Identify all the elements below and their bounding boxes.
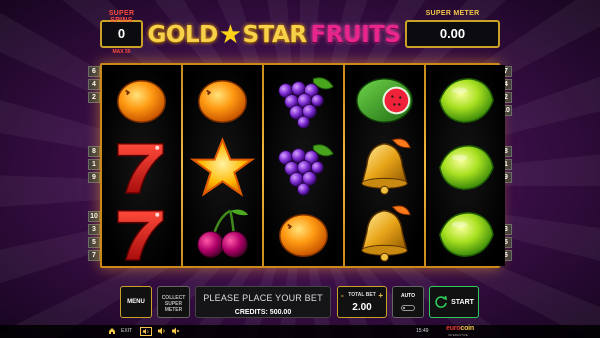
cherries-icon: [197, 209, 249, 258]
total-bet-value: 2.00: [352, 302, 372, 313]
super-meter: SUPER METER 0.00: [405, 10, 500, 48]
payline-number[interactable]: 6: [88, 66, 100, 77]
lemon-symbol: [426, 133, 505, 200]
logo-star-text: STAR: [242, 22, 307, 48]
watermelon-icon: [356, 78, 413, 123]
lemon-icon: [439, 78, 494, 123]
grapes-symbol: [264, 66, 343, 133]
collect-super-meter-button[interactable]: COLLECT SUPER METER: [157, 286, 190, 318]
menu-button[interactable]: MENU: [120, 286, 152, 318]
paylines-left-bottom: 10 3 5 7: [88, 211, 100, 263]
start-button[interactable]: START: [429, 286, 479, 318]
logo-fruits: FRUITS: [310, 22, 401, 48]
orange-icon: [198, 79, 247, 123]
lemon-symbol: [426, 66, 505, 133]
orange-symbol: [264, 200, 343, 267]
menu-label: MENU: [127, 299, 145, 305]
bet-decrease-button[interactable]: -: [341, 291, 344, 300]
super-spins-value: 0: [117, 26, 126, 41]
credits-display: CREDITS: 500.00: [196, 309, 330, 316]
status-bar: EXIT 15:49 eurocoin INTERACTIVE: [0, 325, 600, 338]
reel-2: [183, 65, 262, 266]
game-logo: GOLD ★ STAR FRUITS: [147, 20, 401, 50]
star-icon: [189, 137, 256, 197]
bell-icon: [361, 205, 411, 262]
seven-icon: [117, 210, 164, 261]
seven-icon: [117, 143, 164, 194]
orange-symbol: [102, 66, 181, 133]
payline-number[interactable]: 1: [88, 159, 100, 170]
bell-icon: [361, 138, 411, 195]
message-panel: PLEASE PLACE YOUR BET CREDITS: 500.00: [195, 286, 331, 318]
seven-symbol: [102, 133, 181, 200]
auto-label: AUTO: [400, 293, 416, 299]
total-bet-control: - + TOTAL BET 2.00: [337, 286, 387, 318]
seven-symbol: [102, 200, 181, 267]
payline-number[interactable]: 5: [88, 237, 100, 248]
lemon-icon: [439, 145, 494, 190]
watermelon-symbol: [345, 66, 424, 133]
paylines-left-top: 6 4 2: [88, 66, 100, 105]
super-meter-value: 0.00: [439, 26, 466, 41]
payline-number[interactable]: 4: [88, 79, 100, 90]
start-label: START: [451, 298, 474, 306]
lemon-symbol: [426, 200, 505, 267]
mute-icon[interactable]: [171, 327, 180, 335]
exit-link[interactable]: EXIT: [121, 328, 132, 334]
star-symbol: [183, 133, 262, 200]
super-meter-label: SUPER METER: [425, 10, 480, 17]
lemon-icon: [439, 212, 494, 257]
brand-logo: eurocoin: [446, 325, 474, 332]
speaker-icon[interactable]: [140, 327, 152, 336]
super-spins-meter: SUPER SPINS 0 MAX 50: [100, 10, 143, 55]
payline-number[interactable]: 8: [88, 146, 100, 157]
payline-number[interactable]: 2: [88, 92, 100, 103]
logo-star-icon: ★: [218, 20, 242, 50]
credits-value: 500.00: [269, 309, 292, 316]
super-spins-label: SUPER SPINS: [108, 10, 135, 24]
brand-part-2: coin: [460, 325, 474, 332]
orange-symbol: [183, 66, 262, 133]
max-spins-note: MAX 50: [112, 49, 131, 55]
brand-subtitle: INTERACTIVE: [448, 333, 468, 337]
grapes-symbol: [264, 133, 343, 200]
home-icon[interactable]: [108, 327, 116, 335]
payline-number[interactable]: 7: [88, 250, 100, 261]
paylines-left-mid: 8 1 9: [88, 146, 100, 185]
payline-number[interactable]: 3: [88, 224, 100, 235]
grapes-icon: [278, 77, 334, 129]
refresh-icon: [435, 295, 448, 308]
music-icon[interactable]: [157, 327, 166, 335]
reel-5: [426, 65, 505, 266]
status-message: PLEASE PLACE YOUR BET: [203, 293, 323, 303]
reel-1: [102, 65, 181, 266]
autoplay-button[interactable]: AUTO: [392, 286, 424, 318]
bell-symbol: [345, 133, 424, 200]
brand-part-1: euro: [446, 325, 461, 332]
orange-icon: [117, 79, 166, 123]
payline-number[interactable]: 10: [88, 211, 100, 222]
bet-increase-button[interactable]: +: [378, 291, 383, 300]
collect-label-3: METER: [164, 307, 183, 313]
bell-symbol: [345, 200, 424, 267]
grapes-icon: [278, 144, 334, 196]
reel-area: [100, 63, 505, 268]
logo-gold: GOLD: [147, 22, 219, 48]
credits-label: CREDITS:: [234, 309, 268, 316]
reel-4: [345, 65, 424, 266]
payline-number[interactable]: 9: [88, 172, 100, 183]
orange-icon: [279, 213, 328, 257]
clock-time: 15:49: [416, 328, 429, 334]
cherries-symbol: [183, 200, 262, 267]
autoplay-toggle[interactable]: [401, 305, 415, 311]
reel-3: [264, 65, 343, 266]
